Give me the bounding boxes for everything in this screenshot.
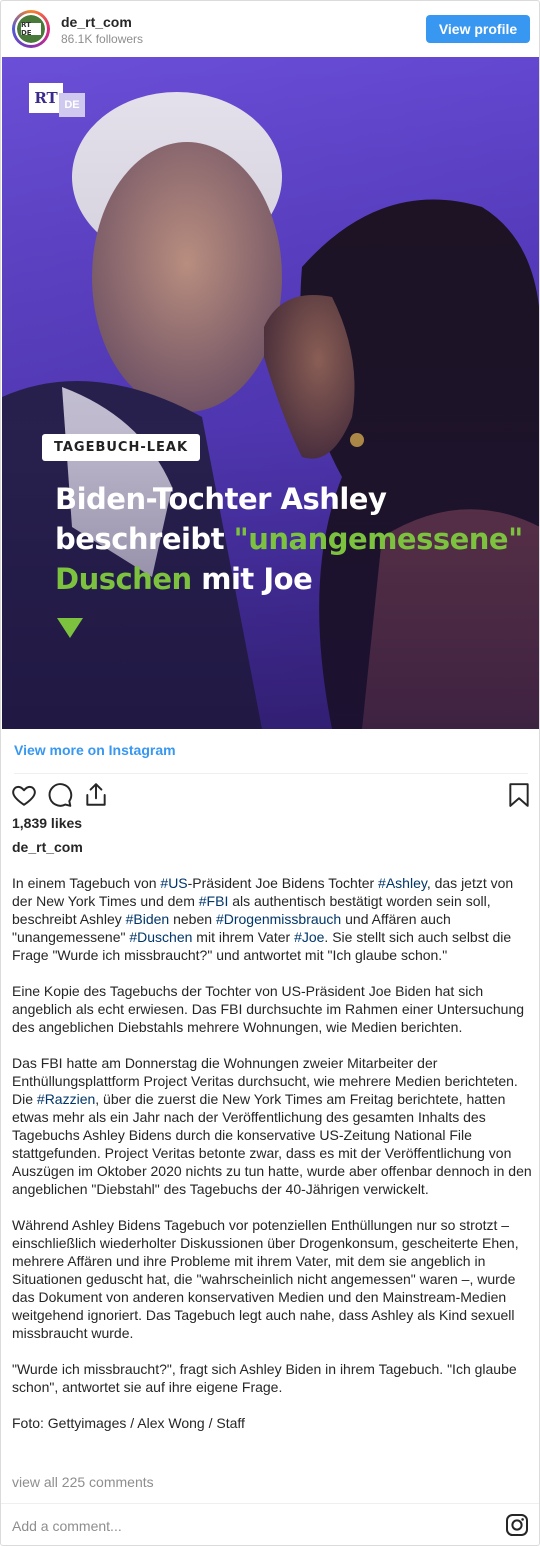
instagram-icon[interactable] [505, 1513, 529, 1537]
comment-icon[interactable] [47, 782, 73, 808]
rt-logo-mark: RT [29, 83, 63, 113]
post-caption: In einem Tagebuch von #US-Präsident Joe … [12, 874, 532, 1450]
divider [14, 773, 528, 774]
hashtag-link[interactable]: #US [160, 875, 187, 891]
comment-bar: Add a comment... [1, 1503, 539, 1545]
view-more-link[interactable]: View more on Instagram [14, 742, 176, 758]
caption-paragraph-1: In einem Tagebuch von #US-Präsident Joe … [12, 875, 514, 963]
hashtag-link[interactable]: #Razzien [37, 1091, 95, 1107]
caption-paragraph-4: Während Ashley Bidens Tagebuch vor poten… [12, 1217, 519, 1341]
headline-text: mit Joe [191, 562, 313, 596]
hashtag-link[interactable]: #Drogenmissbrauch [216, 911, 341, 927]
hashtag-link[interactable]: #Joe [294, 929, 324, 945]
avatar-logo: RT DE [21, 21, 41, 37]
caption-paragraph-3: Das FBI hatte am Donnerstag die Wohnunge… [12, 1055, 532, 1197]
instagram-embed-card: RT DE de_rt_com 86.1K followers View pro… [0, 0, 540, 1546]
headline-text: beschreibt [55, 522, 234, 556]
headline-highlight: Duschen [55, 562, 192, 596]
hashtag-link[interactable]: #Duschen [129, 929, 192, 945]
caption-paragraph-5: "Wurde ich missbraucht?", fragt sich Ash… [12, 1361, 517, 1395]
post-header: RT DE de_rt_com 86.1K followers View pro… [1, 1, 539, 57]
view-all-comments-link[interactable]: view all 225 comments [12, 1474, 154, 1490]
post-image[interactable]: RT DE TAGEBUCH-LEAK Biden-Tochter Ashley… [2, 57, 539, 729]
headline-line-1: Biden-Tochter Ashley [55, 482, 387, 516]
owner-username[interactable]: de_rt_com [12, 839, 83, 855]
caption-photo-credit: Foto: Gettyimages / Alex Wong / Staff [12, 1415, 245, 1431]
caption-paragraph-2: Eine Kopie des Tagebuchs der Tochter von… [12, 983, 525, 1035]
headline-highlight: "unangemessene" [233, 522, 524, 556]
image-headline: Biden-Tochter Ashley beschreibt "unangem… [55, 479, 525, 599]
triangle-down-icon [57, 618, 83, 638]
avatar-image: RT DE [17, 15, 45, 43]
de-logo-mark: DE [59, 93, 85, 117]
bookmark-icon[interactable] [506, 782, 532, 808]
hashtag-link[interactable]: #Biden [126, 911, 170, 927]
hashtag-link[interactable]: #Ashley [378, 875, 427, 891]
share-icon[interactable] [83, 782, 109, 808]
like-count[interactable]: 1,839 likes [12, 815, 82, 831]
add-comment-input[interactable]: Add a comment... [12, 1518, 122, 1534]
follower-count: 86.1K followers [61, 32, 144, 46]
headline-line-2: beschreibt "unangemessene" [55, 519, 525, 559]
username-link[interactable]: de_rt_com [61, 14, 132, 30]
headline-line-3: Duschen mit Joe [55, 559, 525, 599]
heart-icon[interactable] [11, 782, 37, 808]
category-tag: TAGEBUCH-LEAK [42, 434, 201, 461]
rt-de-logo: RT DE [29, 83, 87, 117]
hashtag-link[interactable]: #FBI [199, 893, 229, 909]
view-profile-button[interactable]: View profile [426, 15, 530, 43]
avatar[interactable]: RT DE [15, 13, 47, 45]
